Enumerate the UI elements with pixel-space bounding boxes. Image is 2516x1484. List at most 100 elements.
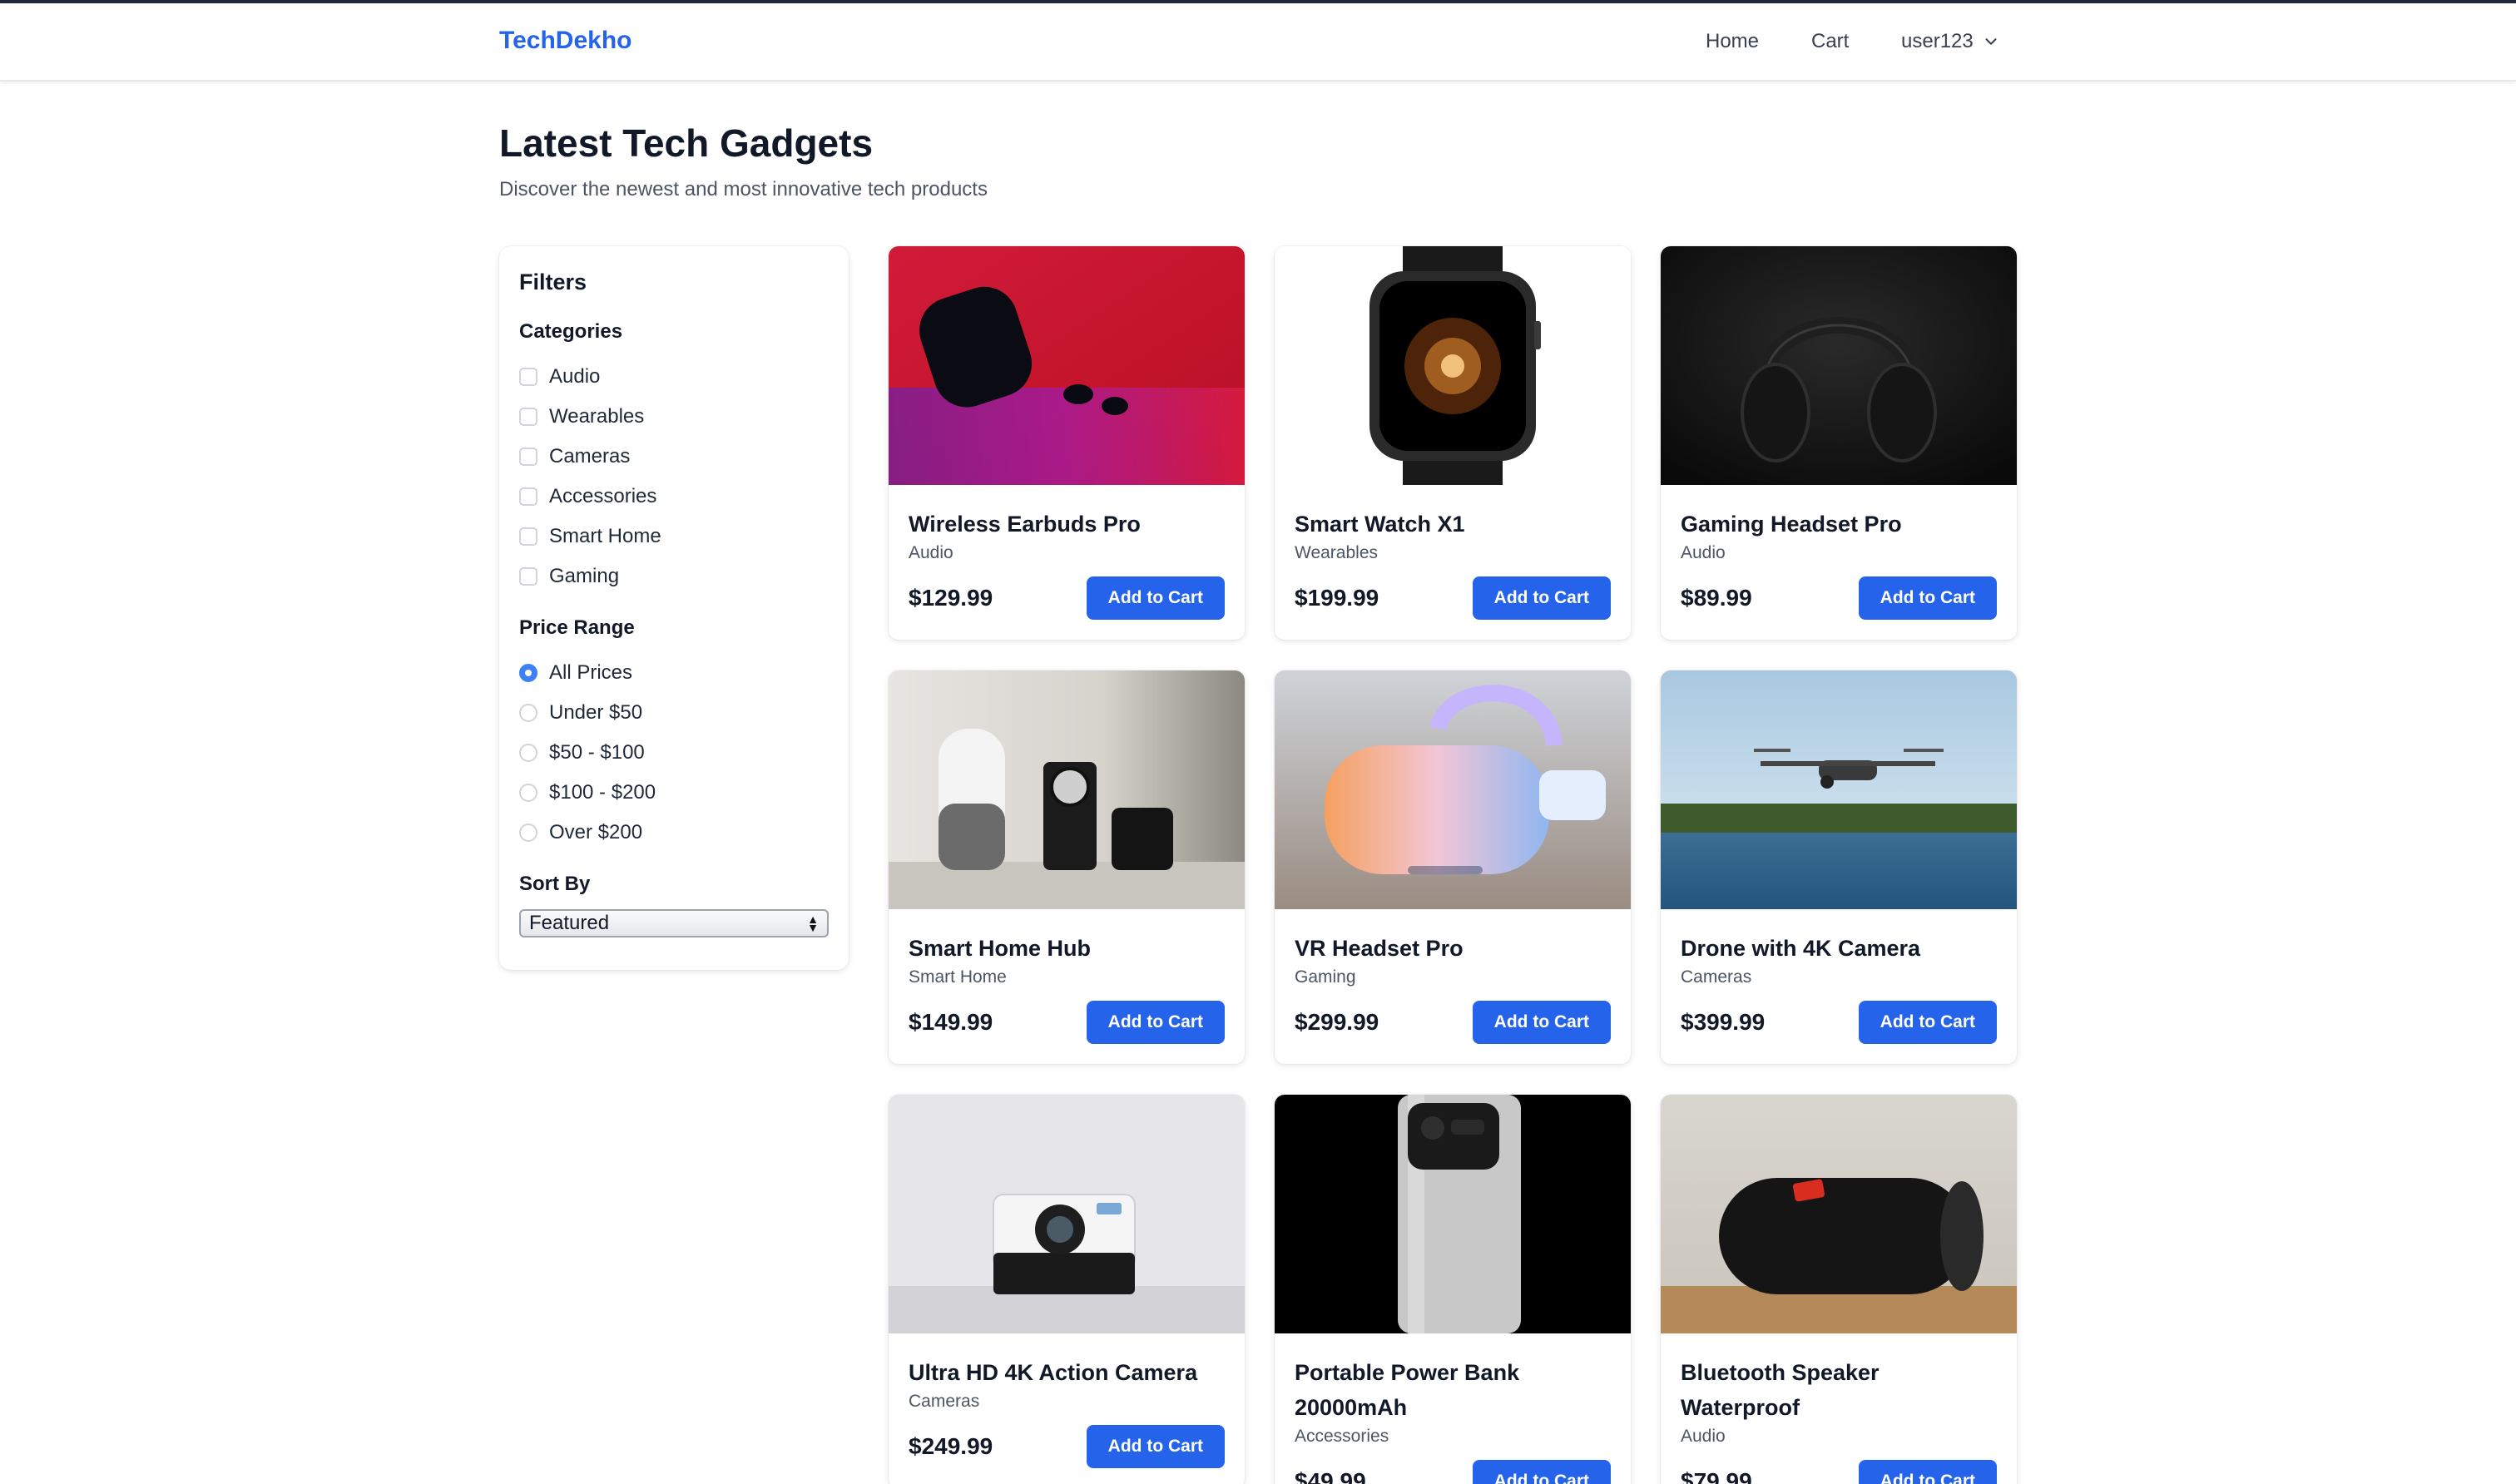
page-title: Latest Tech Gadgets xyxy=(499,121,874,165)
product-image-smartwatch[interactable] xyxy=(1275,246,1631,485)
checkbox[interactable] xyxy=(519,527,537,546)
add-to-cart-button[interactable]: Add to Cart xyxy=(1472,576,1611,620)
product-category: Accessories xyxy=(1295,1427,1389,1446)
product-price: $129.99 xyxy=(909,585,993,611)
filters-title: Filters xyxy=(519,270,587,294)
page-subtitle: Discover the newest and most innovative … xyxy=(499,178,988,200)
add-to-cart-button[interactable]: Add to Cart xyxy=(1472,1001,1611,1044)
add-to-cart-button[interactable]: Add to Cart xyxy=(1472,1460,1611,1484)
sort-by-heading: Sort By xyxy=(519,873,591,895)
category-option-smart-home[interactable]: Smart Home xyxy=(519,517,829,556)
add-to-cart-button[interactable]: Add to Cart xyxy=(1086,1425,1225,1468)
product-card: Smart Watch X1 Wearables $199.99 Add to … xyxy=(1275,246,1631,640)
radio-button[interactable] xyxy=(519,824,537,842)
chevron-down-icon xyxy=(1985,38,1997,45)
checkbox[interactable] xyxy=(519,567,537,586)
user-menu[interactable]: user123 xyxy=(1901,30,2000,53)
radio-button[interactable] xyxy=(519,784,537,802)
category-label: Wearables xyxy=(549,405,645,428)
category-label: Accessories xyxy=(549,485,657,507)
category-option-wearables[interactable]: Wearables xyxy=(519,397,829,437)
product-price: $399.99 xyxy=(1681,1009,1766,1035)
product-image-drone[interactable] xyxy=(1661,670,2017,909)
product-card: Bluetooth Speaker Waterproof Audio $79.9… xyxy=(1661,1095,2017,1484)
nav-home-link[interactable]: Home xyxy=(1706,30,1759,53)
radio-button[interactable] xyxy=(519,744,537,762)
product-card: Drone with 4K Camera Cameras $399.99 Add… xyxy=(1661,670,2017,1064)
category-option-cameras[interactable]: Cameras xyxy=(519,437,829,477)
navbar: TechDekho Home Cart user123 xyxy=(0,3,2516,82)
checkbox[interactable] xyxy=(519,487,537,506)
filters-panel: Filters Categories Audio Wearables Camer… xyxy=(499,246,849,970)
product-card: Smart Home Hub Smart Home $149.99 Add to… xyxy=(889,670,1245,1064)
product-price: $149.99 xyxy=(909,1009,993,1035)
add-to-cart-button[interactable]: Add to Cart xyxy=(1858,1001,1997,1044)
product-image-power-bank[interactable] xyxy=(1275,1095,1631,1333)
price-option-100-200[interactable]: $100 - $200 xyxy=(519,773,829,813)
checkbox[interactable] xyxy=(519,448,537,466)
product-image-headset[interactable] xyxy=(1661,246,2017,485)
add-to-cart-button[interactable]: Add to Cart xyxy=(1858,1460,1997,1484)
product-name: Bluetooth Speaker Waterproof xyxy=(1681,1360,1880,1420)
product-image-smart-home-hub[interactable] xyxy=(889,670,1245,909)
category-option-accessories[interactable]: Accessories xyxy=(519,477,829,517)
category-label: Gaming xyxy=(549,565,620,587)
product-image-bluetooth-speaker[interactable] xyxy=(1661,1095,2017,1333)
price-label: All Prices xyxy=(549,661,633,684)
price-option-all[interactable]: All Prices xyxy=(519,653,829,693)
category-option-audio[interactable]: Audio xyxy=(519,357,829,397)
product-image-earbuds[interactable] xyxy=(889,246,1245,485)
product-category: Wearables xyxy=(1295,543,1378,562)
product-category: Gaming xyxy=(1295,967,1356,987)
radio-button-selected[interactable] xyxy=(519,664,537,682)
price-label: $50 - $100 xyxy=(549,741,645,764)
product-name: Smart Watch X1 xyxy=(1295,512,1465,537)
product-name: VR Headset Pro xyxy=(1295,936,1464,961)
select-arrows-icon: ▲ ▼ xyxy=(807,913,819,934)
sort-select-value: Featured xyxy=(529,912,610,934)
add-to-cart-button[interactable]: Add to Cart xyxy=(1086,576,1225,620)
sort-select[interactable]: Featured ▲ ▼ xyxy=(519,909,829,937)
product-card: Portable Power Bank 20000mAh Accessories… xyxy=(1275,1095,1631,1484)
checkbox[interactable] xyxy=(519,408,537,426)
price-label: Under $50 xyxy=(549,701,643,724)
add-to-cart-button[interactable]: Add to Cart xyxy=(1858,576,1997,620)
price-option-50-100[interactable]: $50 - $100 xyxy=(519,733,829,773)
price-label: $100 - $200 xyxy=(549,781,656,804)
price-option-over-200[interactable]: Over $200 xyxy=(519,813,829,853)
product-category: Smart Home xyxy=(909,967,1007,987)
product-name: Gaming Headset Pro xyxy=(1681,512,1902,537)
product-price: $199.99 xyxy=(1295,585,1379,611)
category-label: Audio xyxy=(549,365,601,388)
checkbox[interactable] xyxy=(519,368,537,386)
categories-heading: Categories xyxy=(519,320,623,343)
product-name: Portable Power Bank 20000mAh xyxy=(1295,1360,1520,1420)
product-price: $299.99 xyxy=(1295,1009,1379,1035)
product-price: $89.99 xyxy=(1681,585,1752,611)
product-image-action-camera[interactable] xyxy=(889,1095,1245,1333)
product-name: Wireless Earbuds Pro xyxy=(909,512,1141,537)
product-name: Ultra HD 4K Action Camera xyxy=(909,1360,1198,1385)
product-category: Audio xyxy=(1681,543,1726,562)
product-image-vr-headset[interactable] xyxy=(1275,670,1631,909)
category-option-gaming[interactable]: Gaming xyxy=(519,556,829,596)
brand-logo[interactable]: TechDekho xyxy=(499,27,631,55)
category-label: Cameras xyxy=(549,445,631,467)
price-label: Over $200 xyxy=(549,821,643,843)
product-price: $249.99 xyxy=(909,1433,993,1459)
product-card: VR Headset Pro Gaming $299.99 Add to Car… xyxy=(1275,670,1631,1064)
product-card: Ultra HD 4K Action Camera Cameras $249.9… xyxy=(889,1095,1245,1484)
radio-button[interactable] xyxy=(519,704,537,722)
product-category: Cameras xyxy=(1681,967,1752,987)
product-card: Gaming Headset Pro Audio $89.99 Add to C… xyxy=(1661,246,2017,640)
product-card: Wireless Earbuds Pro Audio $129.99 Add t… xyxy=(889,246,1245,640)
price-range-heading: Price Range xyxy=(519,616,635,639)
nav-cart-link[interactable]: Cart xyxy=(1811,30,1849,53)
price-option-under-50[interactable]: Under $50 xyxy=(519,693,829,733)
add-to-cart-button[interactable]: Add to Cart xyxy=(1086,1001,1225,1044)
product-category: Audio xyxy=(909,543,953,562)
category-label: Smart Home xyxy=(549,525,661,547)
product-price: $79.99 xyxy=(1681,1468,1752,1484)
